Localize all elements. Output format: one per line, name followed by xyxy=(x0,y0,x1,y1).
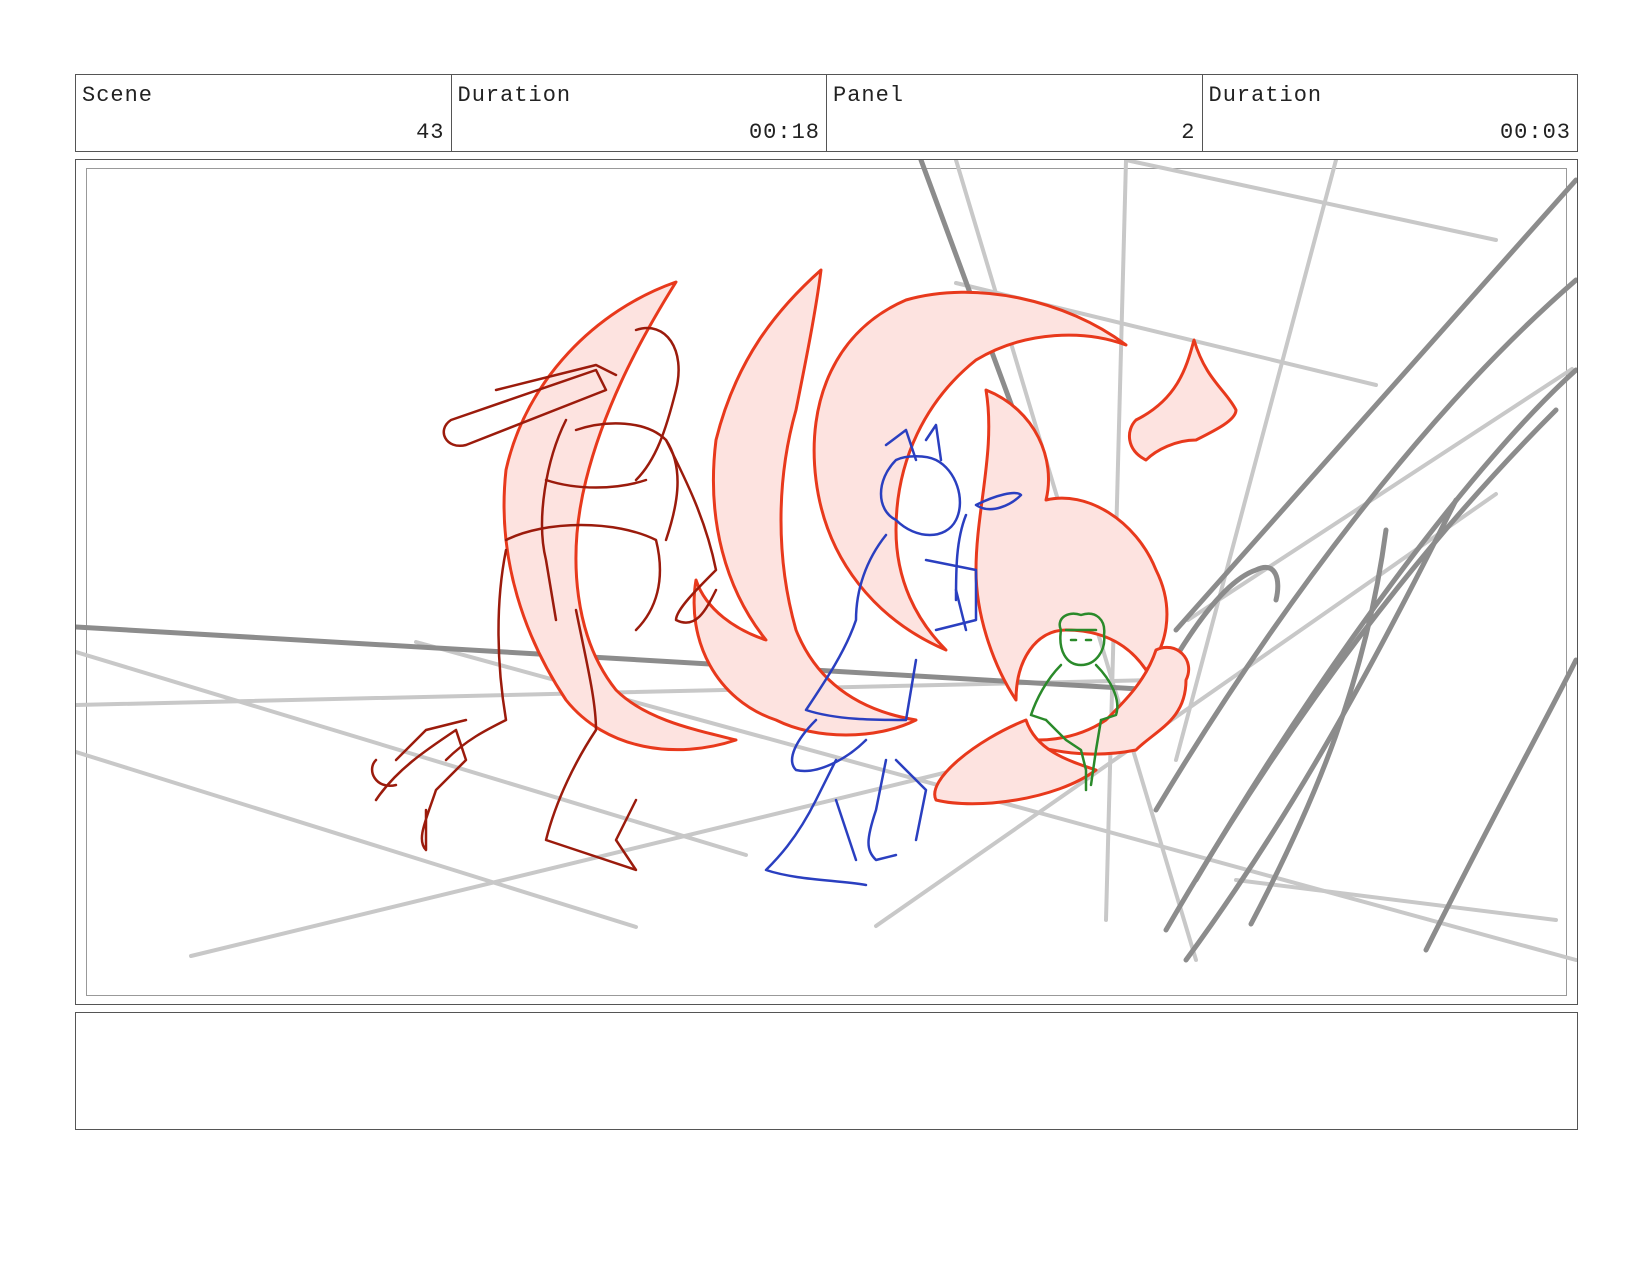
panel-value: 2 xyxy=(1181,120,1196,145)
panel-duration-cell: Duration 00:03 xyxy=(1203,75,1578,151)
notes-box xyxy=(75,1012,1578,1130)
panel-cell: Panel 2 xyxy=(827,75,1203,151)
flame-effect xyxy=(502,268,1238,806)
scene-label: Scene xyxy=(82,83,154,108)
storyboard-frame xyxy=(75,159,1578,1005)
background-grid xyxy=(76,160,1577,963)
scene-cell: Scene 43 xyxy=(76,75,452,151)
panel-duration-label: Duration xyxy=(1208,83,1323,108)
panel-duration-value: 00:03 xyxy=(1499,120,1571,145)
scene-duration-label: Duration xyxy=(457,83,572,108)
panel-header: Scene 43 Duration 00:18 Panel 2 Duration… xyxy=(75,74,1578,152)
scene-duration-cell: Duration 00:18 xyxy=(452,75,827,151)
panel-label: Panel xyxy=(833,83,905,108)
scene-duration-value: 00:18 xyxy=(748,120,820,145)
scene-value: 43 xyxy=(416,120,445,145)
sketch-drawing xyxy=(76,160,1577,963)
